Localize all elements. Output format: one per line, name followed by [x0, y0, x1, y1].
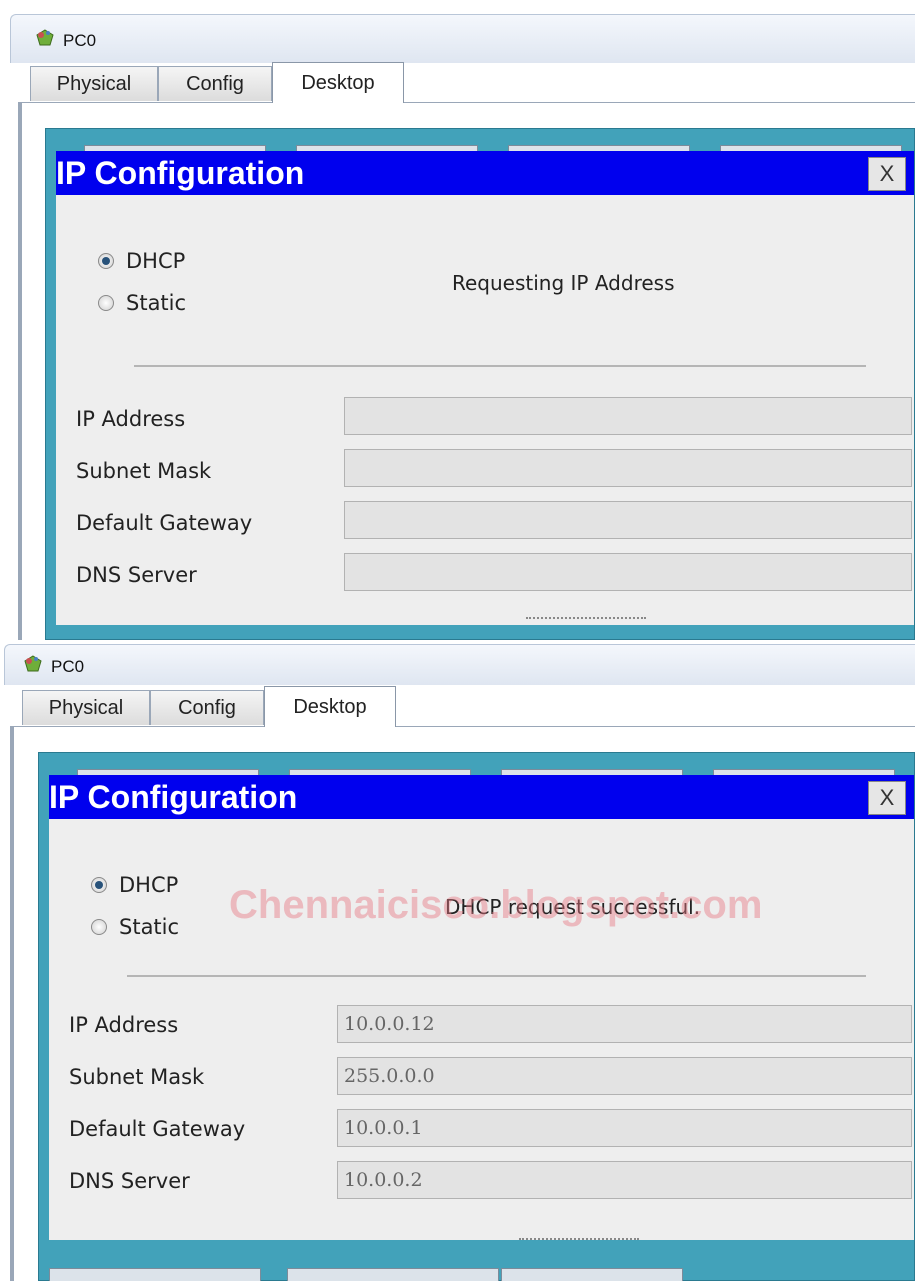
radio-icon[interactable] — [91, 919, 107, 935]
tab-config[interactable]: Config — [150, 690, 264, 725]
watermark-text: Chennaicisco.blogspot.com — [229, 883, 763, 927]
separator — [127, 975, 866, 977]
dns-server-label: DNS Server — [76, 563, 197, 587]
dialog-title: IP Configuration — [49, 779, 298, 815]
tab-physical[interactable]: Physical — [22, 690, 150, 725]
cut-off-section-label — [526, 617, 646, 633]
pc0-window-requesting: PC0 Physical Config Desktop IP Configura… — [0, 0, 915, 640]
ip-configuration-dialog: IP Configuration X DHCP Static Requestin… — [56, 151, 914, 625]
radio-static[interactable]: Static — [91, 915, 179, 939]
default-gateway-field[interactable]: 10.0.0.1 — [337, 1109, 912, 1147]
default-gateway-field[interactable] — [344, 501, 912, 539]
default-gateway-label: Default Gateway — [69, 1117, 246, 1141]
subnet-mask-field[interactable]: 255.0.0.0 — [337, 1057, 912, 1095]
status-message: Requesting IP Address — [452, 271, 675, 295]
cut-off-section-label — [519, 1238, 639, 1254]
dns-server-field[interactable]: 10.0.0.2 — [337, 1161, 912, 1199]
dialog-title: IP Configuration — [56, 155, 305, 191]
radio-dhcp[interactable]: DHCP — [98, 249, 185, 273]
subnet-mask-field[interactable] — [344, 449, 912, 487]
radio-icon[interactable] — [98, 253, 114, 269]
tab-desktop[interactable]: Desktop — [264, 686, 396, 727]
ip-configuration-dialog: IP Configuration X DHCP Static DHCP requ… — [49, 775, 914, 1240]
ip-address-label: IP Address — [76, 407, 186, 431]
radio-label: DHCP — [119, 873, 179, 897]
separator — [134, 365, 866, 367]
desktop-area: IP Configuration X DHCP Static DHCP requ… — [38, 752, 915, 1281]
tab-config[interactable]: Config — [158, 66, 272, 101]
dialog-header: IP Configuration X — [56, 151, 914, 195]
desktop-app-button[interactable] — [49, 1268, 261, 1281]
dns-server-field[interactable] — [344, 553, 912, 591]
pc0-window-success: PC0 Physical Config Desktop IP Configura… — [0, 640, 915, 1281]
ip-address-field[interactable] — [344, 397, 912, 435]
tab-physical[interactable]: Physical — [30, 66, 158, 101]
window-border — [10, 726, 14, 1281]
subnet-mask-label: Subnet Mask — [69, 1065, 205, 1089]
pc-icon — [24, 655, 42, 672]
radio-icon[interactable] — [91, 877, 107, 893]
radio-dhcp[interactable]: DHCP — [91, 873, 178, 897]
tab-bar: Physical Config Desktop — [12, 686, 915, 727]
subnet-mask-label: Subnet Mask — [76, 459, 212, 483]
close-icon[interactable]: X — [868, 157, 906, 191]
radio-icon[interactable] — [98, 295, 114, 311]
pc-icon — [36, 29, 54, 46]
ip-address-field[interactable]: 10.0.0.12 — [337, 1005, 912, 1043]
window-title: PC0 — [63, 31, 97, 50]
close-icon[interactable]: X — [868, 781, 906, 815]
default-gateway-label: Default Gateway — [76, 511, 253, 535]
tab-desktop[interactable]: Desktop — [272, 62, 404, 103]
radio-label: Static — [119, 915, 180, 939]
desktop-area: IP Configuration X DHCP Static Requestin… — [45, 128, 915, 640]
dns-server-label: DNS Server — [69, 1169, 190, 1193]
desktop-app-button[interactable] — [287, 1268, 499, 1281]
window-title: PC0 — [51, 657, 85, 676]
desktop-app-button[interactable] — [501, 1268, 683, 1281]
tab-bar: Physical Config Desktop — [20, 62, 915, 103]
window-titlebar[interactable]: PC0 — [10, 14, 915, 63]
radio-static[interactable]: Static — [98, 291, 186, 315]
window-titlebar[interactable]: PC0 — [4, 644, 915, 685]
dialog-header: IP Configuration X — [49, 775, 914, 819]
ip-address-label: IP Address — [69, 1013, 179, 1037]
radio-label: Static — [126, 291, 187, 315]
radio-label: DHCP — [126, 249, 186, 273]
window-border — [18, 102, 22, 640]
